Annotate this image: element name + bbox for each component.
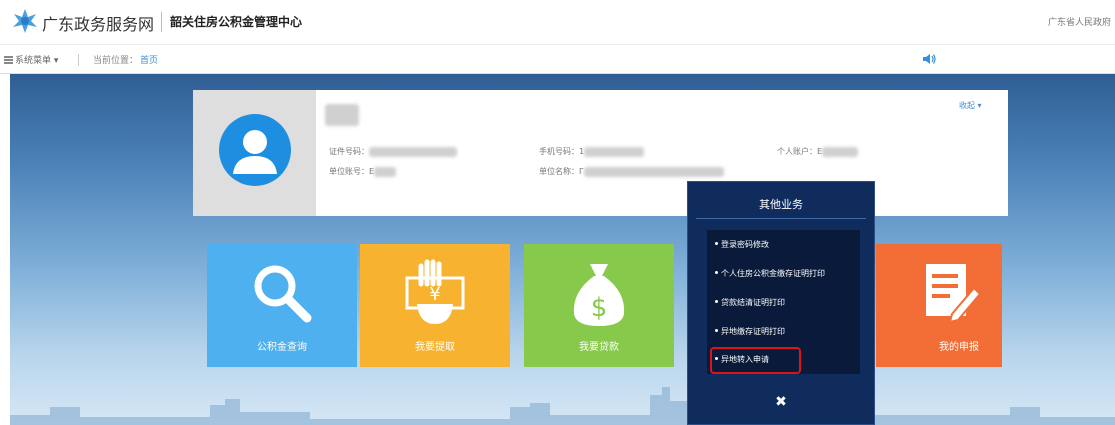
logo-icon [13, 9, 37, 33]
svg-text:$: $ [591, 293, 608, 323]
menu-item-label: 个人住房公积金缴存证明打印 [721, 269, 825, 278]
document-edit-icon [926, 264, 982, 324]
other-services-popup: 其他业务 登录密码修改 个人住房公积金缴存证明打印 贷款结清证明打印 异地缴存证… [687, 181, 875, 425]
tile-loan-label: 我要贷款 [579, 342, 619, 353]
tile-my-declaration[interactable]: 我的申报 [876, 244, 1002, 367]
menu-icon [4, 56, 13, 64]
highlight-box [710, 347, 801, 374]
unit-account-label: 单位账号： [329, 167, 369, 176]
bullet-icon [715, 329, 718, 332]
system-menu-label: 系统菜单 [15, 56, 52, 66]
chevron-down-icon: ▾ [977, 101, 982, 110]
tile-fund-query-label: 公积金查询 [257, 342, 307, 353]
name-redacted [325, 104, 359, 126]
menu-item-change-password[interactable]: 登录密码修改 [715, 239, 769, 250]
phone-redacted [584, 146, 645, 157]
magnifier-icon [254, 265, 312, 323]
gov-link[interactable]: 广东省人民政府 [1048, 15, 1111, 28]
popup-divider [696, 218, 866, 219]
user-icon [233, 130, 277, 174]
personal-account-field: 个人账户：E [777, 146, 859, 157]
menu-item-remote-deposit-certificate[interactable]: 异地缴存证明打印 [715, 326, 785, 337]
money-bag-icon: $ [573, 264, 625, 326]
avatar-panel [193, 90, 316, 216]
id-number-label: 证件号码： [329, 147, 369, 156]
header-divider [161, 12, 162, 32]
site-name[interactable]: 广东政务服务网 [42, 11, 154, 35]
menu-item-deposit-certificate[interactable]: 个人住房公积金缴存证明打印 [715, 268, 825, 279]
menu-item-loan-clearance-certificate[interactable]: 贷款结清证明打印 [715, 297, 785, 308]
bullet-icon [715, 242, 718, 245]
popup-title: 其他业务 [759, 198, 803, 211]
chevron-down-icon: ▾ [53, 56, 59, 66]
personal-account-label: 个人账户： [777, 147, 817, 156]
collapse-label: 收起 [959, 101, 975, 110]
tile-withdraw[interactable]: ¥ 我要提取 [360, 244, 510, 367]
nav-divider [78, 54, 79, 66]
system-menu-button[interactable]: 系统菜单 ▾ [4, 53, 58, 66]
bullet-icon [715, 271, 718, 274]
tile-my-declaration-label: 我的申报 [939, 342, 979, 353]
svg-text:¥: ¥ [429, 284, 440, 305]
unit-name-redacted [583, 166, 724, 177]
breadcrumb-label: 当前位置： [93, 56, 139, 66]
cash-withdraw-icon: ¥ [405, 259, 465, 324]
breadcrumb-home-link[interactable]: 首页 [140, 53, 158, 66]
id-number-redacted [369, 146, 457, 157]
phone-label: 手机号码： [539, 147, 579, 156]
id-number-field: 证件号码： [329, 146, 457, 157]
collapse-toggle[interactable]: 收起 ▾ [959, 100, 982, 111]
personal-account-redacted [822, 146, 859, 157]
nav-bar: 系统菜单 ▾ 当前位置： 首页 [0, 44, 1115, 74]
close-icon[interactable]: ✖ [688, 394, 874, 410]
unit-account-field: 单位账号：E [329, 166, 397, 177]
menu-item-label: 异地缴存证明打印 [721, 327, 785, 336]
unit-name-field: 单位名称：Г [539, 166, 724, 177]
city-skyline-background [10, 387, 1115, 425]
profile-card: 证件号码： 单位账号：E 手机号码：1 单位名称：Г 个人账户：E 收起 ▾ [193, 90, 1008, 216]
tile-fund-query[interactable]: 公积金查询 [207, 244, 357, 367]
phone-field: 手机号码：1 [539, 146, 645, 157]
tile-withdraw-label: 我要提取 [415, 342, 455, 353]
unit-name-label: 单位名称： [539, 167, 579, 176]
tile-loan[interactable]: $ 我要贷款 [524, 244, 674, 367]
center-title: 韶关住房公积金管理中心 [170, 15, 303, 29]
site-header: 广东政务服务网 韶关住房公积金管理中心 广东省人民政府 [0, 0, 1115, 44]
unit-account-redacted [374, 166, 397, 177]
avatar [219, 114, 291, 186]
speaker-icon[interactable] [922, 53, 936, 65]
main-content: 证件号码： 单位账号：E 手机号码：1 单位名称：Г 个人账户：E 收起 ▾ 公… [10, 74, 1115, 425]
menu-item-label: 登录密码修改 [721, 240, 769, 249]
menu-item-label: 贷款结清证明打印 [721, 298, 785, 307]
bullet-icon [715, 300, 718, 303]
